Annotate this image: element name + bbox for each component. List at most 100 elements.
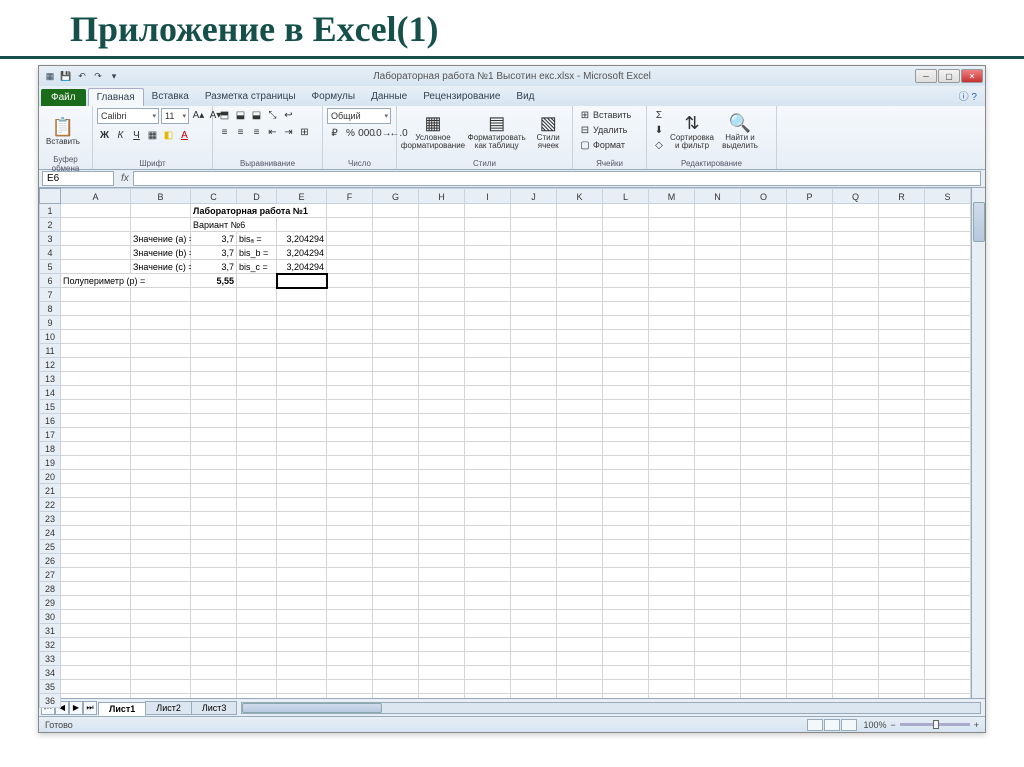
column-header[interactable]: H — [419, 188, 465, 204]
cell[interactable] — [465, 302, 511, 316]
cell[interactable] — [833, 652, 879, 666]
cell[interactable] — [787, 582, 833, 596]
cell[interactable] — [191, 512, 237, 526]
qat-dropdown-icon[interactable]: ▾ — [107, 69, 121, 83]
cell[interactable] — [327, 512, 373, 526]
cell[interactable] — [131, 218, 191, 232]
cell[interactable] — [419, 344, 465, 358]
cell[interactable] — [373, 330, 419, 344]
cell[interactable] — [191, 596, 237, 610]
cell[interactable] — [511, 358, 557, 372]
cell[interactable] — [277, 610, 327, 624]
cell[interactable] — [61, 386, 131, 400]
cell[interactable] — [649, 694, 695, 698]
cell[interactable] — [557, 666, 603, 680]
cell[interactable] — [277, 582, 327, 596]
cell[interactable] — [327, 344, 373, 358]
cell[interactable] — [131, 414, 191, 428]
cell[interactable] — [327, 554, 373, 568]
cell[interactable] — [649, 372, 695, 386]
cell[interactable] — [833, 204, 879, 218]
cell[interactable] — [925, 624, 971, 638]
cell[interactable] — [695, 624, 741, 638]
cell[interactable] — [131, 456, 191, 470]
cell[interactable] — [879, 680, 925, 694]
cell[interactable] — [557, 442, 603, 456]
cell[interactable] — [191, 302, 237, 316]
cell[interactable] — [419, 694, 465, 698]
cell[interactable] — [879, 666, 925, 680]
cell[interactable] — [695, 638, 741, 652]
cell[interactable] — [327, 694, 373, 698]
cell[interactable] — [277, 498, 327, 512]
cell[interactable] — [695, 358, 741, 372]
h-scroll-thumb[interactable] — [242, 703, 382, 713]
cell[interactable] — [603, 610, 649, 624]
cell[interactable] — [741, 232, 787, 246]
cell[interactable] — [327, 428, 373, 442]
insert-cells-button[interactable]: ⊞Вставить — [577, 108, 633, 122]
cell[interactable] — [741, 582, 787, 596]
cell[interactable] — [373, 400, 419, 414]
row-header[interactable]: 31 — [39, 624, 61, 638]
cell[interactable] — [879, 554, 925, 568]
cell[interactable] — [787, 540, 833, 554]
cell[interactable] — [419, 400, 465, 414]
cell[interactable] — [557, 498, 603, 512]
page-break-view-button[interactable] — [841, 719, 857, 731]
cell[interactable] — [557, 274, 603, 288]
cell[interactable] — [131, 288, 191, 302]
cell[interactable] — [833, 470, 879, 484]
cell[interactable] — [879, 428, 925, 442]
cell[interactable] — [557, 610, 603, 624]
cell[interactable] — [649, 526, 695, 540]
row-header[interactable]: 28 — [39, 582, 61, 596]
cell[interactable] — [695, 372, 741, 386]
cell[interactable] — [695, 274, 741, 288]
cell[interactable] — [879, 274, 925, 288]
cell[interactable] — [603, 288, 649, 302]
cell[interactable] — [419, 414, 465, 428]
cell[interactable] — [695, 512, 741, 526]
align-left-icon[interactable]: ≡ — [217, 125, 232, 140]
maximize-button[interactable]: ▢ — [938, 69, 960, 83]
fx-icon[interactable]: fx — [117, 173, 133, 184]
cell[interactable] — [833, 526, 879, 540]
cell[interactable] — [465, 316, 511, 330]
cell[interactable] — [191, 526, 237, 540]
cell[interactable] — [649, 582, 695, 596]
cell[interactable] — [419, 274, 465, 288]
cell[interactable] — [277, 428, 327, 442]
cell[interactable] — [695, 568, 741, 582]
cell[interactable] — [649, 652, 695, 666]
row-header[interactable]: 18 — [39, 442, 61, 456]
cell[interactable] — [131, 330, 191, 344]
cell[interactable] — [327, 274, 373, 288]
cell[interactable] — [649, 680, 695, 694]
cell[interactable] — [741, 288, 787, 302]
cell[interactable] — [373, 610, 419, 624]
cell[interactable] — [879, 442, 925, 456]
cell[interactable] — [61, 330, 131, 344]
font-name-combo[interactable]: Calibri — [97, 108, 159, 124]
cell[interactable] — [61, 624, 131, 638]
cell[interactable] — [557, 386, 603, 400]
cell[interactable] — [741, 428, 787, 442]
cell[interactable] — [327, 330, 373, 344]
cell[interactable] — [741, 386, 787, 400]
cell[interactable] — [741, 274, 787, 288]
cell[interactable] — [465, 288, 511, 302]
cell[interactable] — [511, 288, 557, 302]
cell[interactable] — [787, 400, 833, 414]
cell[interactable] — [925, 470, 971, 484]
cell[interactable] — [373, 568, 419, 582]
row-header[interactable]: 21 — [39, 484, 61, 498]
row-header[interactable]: 27 — [39, 568, 61, 582]
cell[interactable] — [61, 540, 131, 554]
cell[interactable] — [649, 400, 695, 414]
cell[interactable] — [649, 470, 695, 484]
cell[interactable] — [833, 610, 879, 624]
cell[interactable]: 3,7 — [191, 246, 237, 260]
row-header[interactable]: 3 — [39, 232, 61, 246]
cell[interactable] — [649, 246, 695, 260]
